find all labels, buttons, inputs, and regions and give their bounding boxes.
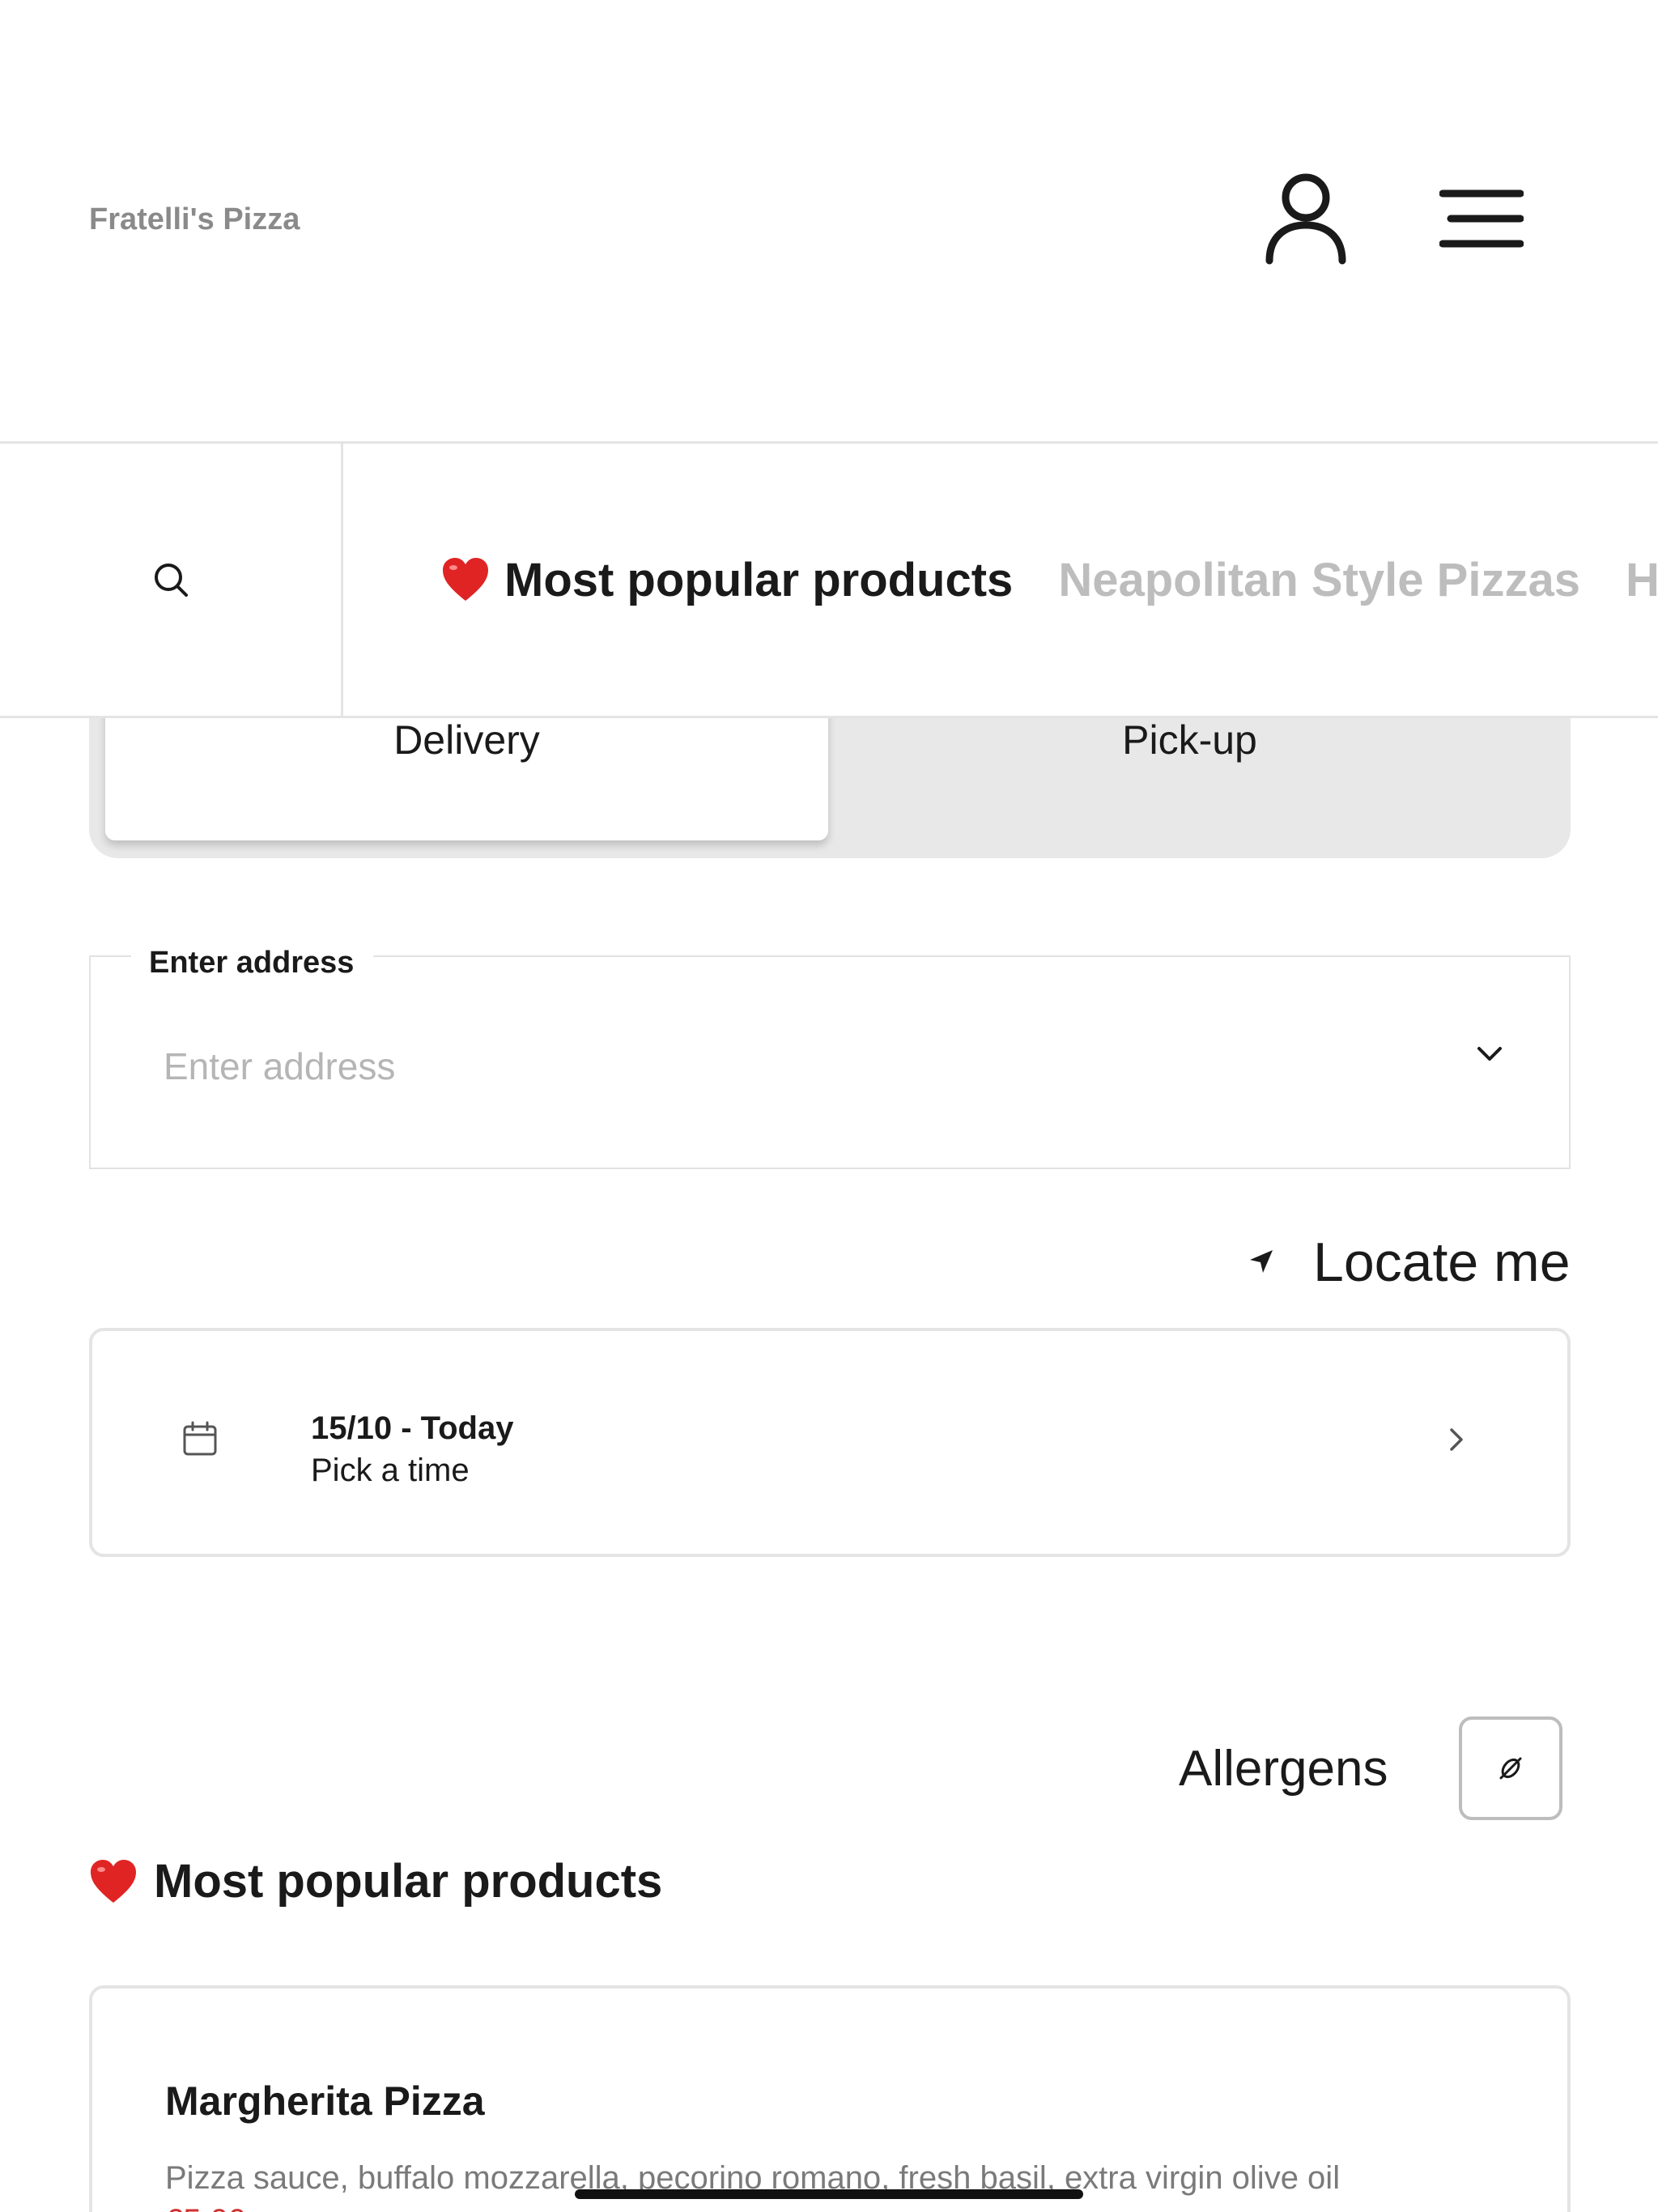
brand-name[interactable]: Fratelli's Pizza [89, 202, 300, 237]
locate-me-button[interactable]: Locate me [1247, 1231, 1571, 1294]
tab-label: Neapolitan Style Pizzas [1058, 553, 1580, 606]
location-arrow-icon [1250, 1250, 1273, 1273]
product-name: Margherita Pizza [165, 2078, 485, 2124]
tab-label: Most popular products [504, 553, 1014, 606]
address-label: Enter address [131, 946, 374, 981]
heart-icon [91, 1859, 136, 1903]
allergens-button[interactable] [1459, 1716, 1563, 1820]
user-icon [1265, 173, 1346, 265]
address-field[interactable]: Enter address [89, 946, 1571, 1169]
search-icon [154, 564, 188, 597]
allergens-filter: Allergens [1179, 1716, 1563, 1820]
page: Fratelli's Pizza Most popular products N… [0, 0, 1658, 2212]
time-texts: 15/10 - Today Pick a time [311, 1407, 513, 1491]
category-tabs: Most popular products Neapolitan Style P… [441, 444, 1658, 716]
tab-most-popular[interactable]: Most popular products [441, 553, 1013, 607]
chevron-down-icon[interactable] [1465, 1039, 1514, 1071]
menu-button[interactable] [1433, 178, 1530, 259]
time-date: 15/10 - Today [311, 1410, 514, 1446]
tab-neapolitan-pizzas[interactable]: Neapolitan Style Pizzas [1058, 553, 1580, 607]
section-title: Most popular products [89, 1854, 662, 1908]
search-button[interactable] [0, 444, 343, 716]
time-subtitle: Pick a time [311, 1453, 470, 1488]
hamburger-menu-icon [1439, 189, 1524, 248]
tab-label: H [1625, 553, 1658, 606]
calendar-icon [183, 1421, 217, 1456]
section-title-label: Most popular products [154, 1855, 663, 1908]
no-allergen-icon [1499, 1757, 1522, 1780]
address-input[interactable] [164, 1038, 1378, 1095]
home-indicator[interactable] [575, 2189, 1083, 2199]
locate-me-label: Locate me [1313, 1231, 1571, 1293]
product-card[interactable]: Margherita Pizza Pizza sauce, buffalo mo… [89, 1985, 1571, 2212]
time-picker[interactable]: 15/10 - Today Pick a time [89, 1328, 1571, 1557]
allergens-label: Allergens [1179, 1740, 1388, 1797]
product-price: €5.00 [165, 2203, 246, 2212]
chevron-right-icon [1450, 1428, 1463, 1451]
tab-next-category[interactable]: H [1626, 553, 1658, 607]
category-nav: Most popular products Neapolitan Style P… [0, 441, 1658, 718]
header: Fratelli's Pizza [0, 0, 1658, 441]
account-button[interactable] [1255, 166, 1356, 271]
heart-icon [443, 558, 488, 601]
